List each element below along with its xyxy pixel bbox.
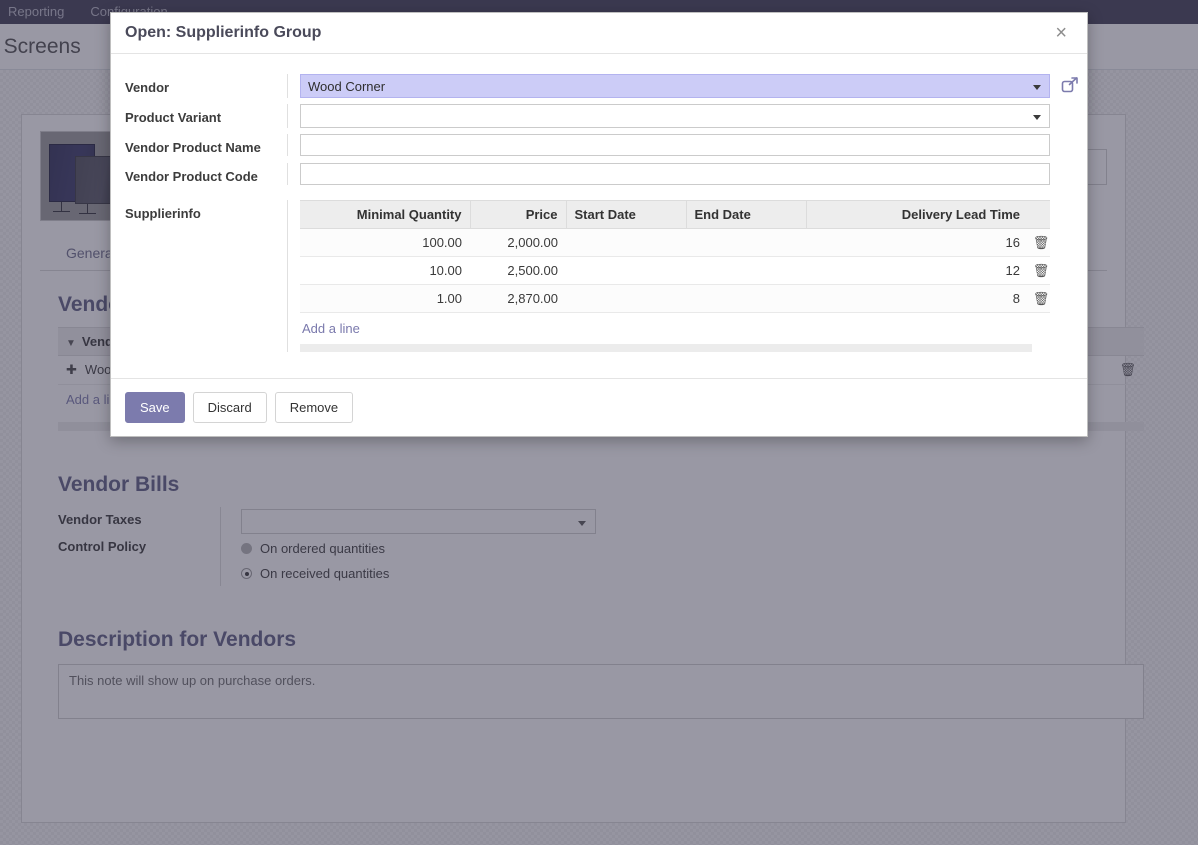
supplierinfo-add-line-link[interactable]: Add a line	[300, 313, 1050, 342]
delete-icon[interactable]: 🗑	[1033, 263, 1050, 279]
delete-icon[interactable]: 🗑	[1033, 235, 1050, 251]
vendor-product-code-input[interactable]	[300, 163, 1050, 185]
row-actions: 🗑	[1028, 256, 1050, 285]
supplierinfo-header-row: Minimal Quantity Price Start Date End Da…	[300, 200, 1050, 229]
close-icon[interactable]: ×	[1051, 21, 1071, 45]
column-end-date[interactable]: End Date	[686, 200, 807, 229]
product-variant-control	[287, 104, 1073, 128]
column-price[interactable]: Price	[470, 200, 567, 229]
cell-start-date	[566, 228, 686, 257]
vendor-product-name-input[interactable]	[300, 134, 1050, 156]
vendor-product-name-control	[287, 134, 1073, 156]
cell-price: 2,000.00	[470, 228, 566, 257]
remove-button[interactable]: Remove	[274, 392, 354, 423]
vendor-control: Wood Corner	[287, 74, 1080, 98]
vendor-product-code-control	[287, 163, 1073, 185]
table-row[interactable]: 10.00 2,500.00 12 🗑	[300, 256, 1050, 285]
table-row[interactable]: 1.00 2,870.00 8 🗑	[300, 284, 1050, 313]
vendor-select[interactable]: Wood Corner	[300, 74, 1050, 98]
modal-footer: Save Discard Remove	[111, 378, 1087, 436]
column-start-date[interactable]: Start Date	[566, 200, 687, 229]
cell-delivery-lead-time: 12	[806, 256, 1028, 285]
product-variant-label: Product Variant	[125, 110, 222, 125]
field-row-product-variant: Product Variant	[125, 104, 1073, 128]
column-delivery-lead-time[interactable]: Delivery Lead Time	[806, 200, 1028, 229]
supplierinfo-table: Minimal Quantity Price Start Date End Da…	[300, 200, 1050, 313]
supplierinfo-label: Supplierinfo	[125, 206, 201, 221]
table-row[interactable]: 100.00 2,000.00 16 🗑	[300, 228, 1050, 257]
column-actions	[1028, 200, 1050, 229]
column-minimal-quantity[interactable]: Minimal Quantity	[300, 200, 471, 229]
external-link-icon[interactable]	[1060, 75, 1080, 95]
cell-start-date	[566, 256, 686, 285]
cell-end-date	[686, 284, 806, 313]
cell-minimal-quantity: 1.00	[300, 284, 470, 313]
supplierinfo-modal: Open: Supplierinfo Group × Vendor Wood C…	[110, 12, 1088, 437]
supplierinfo-row: Supplierinfo Minimal Quantity Price Star…	[125, 200, 1073, 352]
supplierinfo-list-wrap: Minimal Quantity Price Start Date End Da…	[287, 200, 1073, 352]
field-row-vendor-product-name: Vendor Product Name	[125, 134, 1073, 157]
cell-price: 2,500.00	[470, 256, 566, 285]
row-actions: 🗑	[1028, 228, 1050, 257]
vendor-label: Vendor	[125, 80, 170, 95]
supplierinfo-horizontal-scrollbar[interactable]	[300, 344, 1032, 352]
product-variant-select[interactable]	[300, 104, 1050, 128]
modal-body: Vendor Wood Corner Product Variant Vendo…	[111, 54, 1087, 362]
cell-start-date	[566, 284, 686, 313]
cell-minimal-quantity: 100.00	[300, 228, 470, 257]
field-row-vendor: Vendor Wood Corner	[125, 74, 1078, 98]
row-actions: 🗑	[1028, 284, 1050, 313]
vendor-product-name-label: Vendor Product Name	[125, 140, 261, 155]
save-button[interactable]: Save	[125, 392, 185, 423]
delete-icon[interactable]: 🗑	[1033, 291, 1050, 307]
modal-header: Open: Supplierinfo Group ×	[111, 13, 1087, 54]
cell-minimal-quantity: 10.00	[300, 256, 470, 285]
cell-price: 2,870.00	[470, 284, 566, 313]
cell-delivery-lead-time: 8	[806, 284, 1028, 313]
cell-end-date	[686, 256, 806, 285]
cell-end-date	[686, 228, 806, 257]
cell-delivery-lead-time: 16	[806, 228, 1028, 257]
field-row-vendor-product-code: Vendor Product Code	[125, 163, 1073, 186]
modal-title: Open: Supplierinfo Group	[125, 24, 322, 41]
discard-button[interactable]: Discard	[192, 392, 267, 423]
vendor-product-code-label: Vendor Product Code	[125, 169, 258, 184]
